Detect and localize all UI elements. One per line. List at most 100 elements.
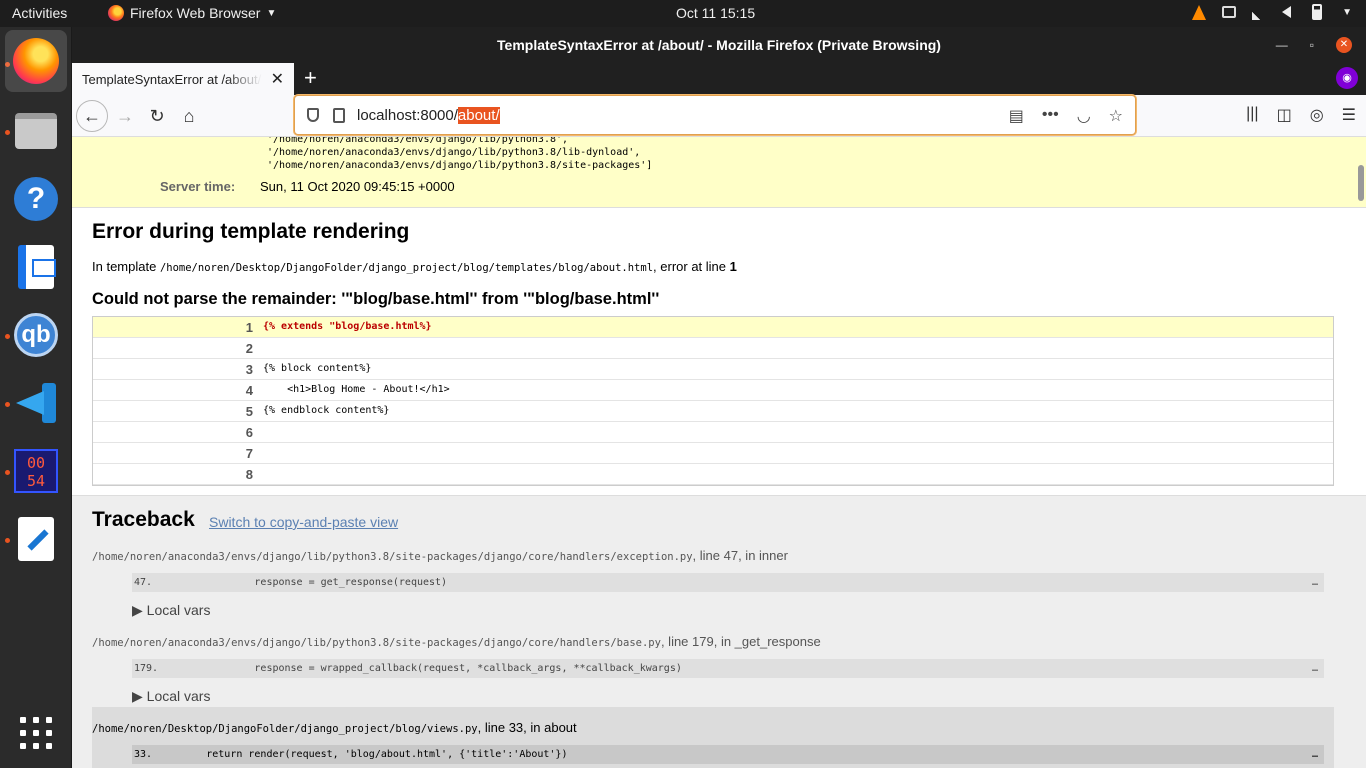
wifi-icon[interactable] xyxy=(1252,4,1269,20)
screen-icon[interactable] xyxy=(1222,4,1238,20)
system-top-bar: Activities Firefox Web Browser ▼ Oct 11 … xyxy=(0,0,1366,27)
urlbar-actions: ▤ ••• ◡ ☆ xyxy=(1009,106,1123,126)
help-icon: ? xyxy=(14,177,58,221)
page-info-icon[interactable] xyxy=(333,107,345,123)
power-menu-chevron-icon[interactable]: ▼ xyxy=(1342,7,1352,18)
show-apps-icon[interactable] xyxy=(20,717,52,749)
minimize-icon[interactable]: — xyxy=(1276,27,1288,63)
qbittorrent-icon: qb xyxy=(14,313,58,357)
back-arrow-icon[interactable]: ← xyxy=(76,100,108,132)
close-tab-icon[interactable]: ✕ xyxy=(271,69,284,89)
account-icon[interactable]: ◎ xyxy=(1310,105,1324,125)
forward-arrow-icon[interactable]: → xyxy=(110,101,140,131)
hex-editor-icon: 00 54 xyxy=(14,449,58,493)
template-error-message: Could not parse the remainder: '"blog/ba… xyxy=(92,290,660,308)
app-menu-label: Firefox Web Browser xyxy=(130,5,261,21)
local-vars-toggle[interactable]: ▶ Local vars xyxy=(132,688,210,705)
scrollbar-thumb[interactable] xyxy=(1358,165,1364,201)
context-line[interactable]: 47. response = get_response(request) … xyxy=(132,573,1324,592)
dock-help[interactable]: ? xyxy=(5,168,67,230)
page-viewport[interactable]: '/home/noren/anaconda3/envs/django/lib/p… xyxy=(72,137,1366,768)
tab-title: TemplateSyntaxError at /about/ xyxy=(82,71,262,87)
source-code: <h1>Blog Home - About!</h1> xyxy=(263,384,450,395)
source-row: 8 xyxy=(93,464,1333,485)
python-path-line: '/home/noren/anaconda3/envs/django/lib/p… xyxy=(267,137,569,145)
bookmark-star-icon[interactable]: ☆ xyxy=(1109,106,1123,126)
summary-section: '/home/noren/anaconda3/envs/django/lib/p… xyxy=(72,137,1366,208)
dock-qbittorrent[interactable]: qb xyxy=(5,304,67,366)
tracking-protection-shield-icon[interactable] xyxy=(307,108,319,122)
dock-files[interactable] xyxy=(5,100,67,162)
navigation-toolbar: ← → ↻ ⌂ localhost:8000/about/ ▤ ••• ◡ ☆ … xyxy=(72,95,1366,137)
firefox-icon xyxy=(13,38,59,84)
window-title: TemplateSyntaxError at /about/ - Mozilla… xyxy=(497,37,941,53)
frame-location: , line 179, in _get_response xyxy=(660,634,821,649)
context-code: 47. response = get_response(request) xyxy=(134,577,448,588)
source-code: {% block content%} xyxy=(263,363,372,374)
tab-active[interactable]: TemplateSyntaxError at /about/ ✕ xyxy=(72,63,294,95)
source-row: 7 xyxy=(93,443,1333,464)
template-error-heading: Error during template rendering xyxy=(92,220,410,243)
url-text[interactable]: localhost:8000/about/ xyxy=(357,106,500,124)
frame-file-user: /home/noren/Desktop/DjangoFolder/django_… xyxy=(92,720,577,735)
new-tab-icon[interactable]: + xyxy=(304,65,317,91)
page-actions-icon[interactable]: ••• xyxy=(1042,106,1059,126)
server-time-value: Sun, 11 Oct 2020 09:45:15 +0000 xyxy=(260,179,455,194)
dock-text-editor[interactable] xyxy=(5,508,67,570)
template-error-section: Error during template rendering In templ… xyxy=(72,208,1366,496)
template-source-table: 1 {% extends "blog/base.html%} 2 3 {% bloc… xyxy=(92,316,1334,486)
sidebar-icon[interactable]: ◫ xyxy=(1277,105,1292,125)
window-controls: — ▫ ✕ xyxy=(1276,27,1352,63)
source-code: {% endblock content%} xyxy=(263,405,390,416)
dock-hex-editor[interactable]: 00 54 xyxy=(5,440,67,502)
url-path-selected: about/ xyxy=(457,106,500,124)
reader-view-icon[interactable]: ▤ xyxy=(1009,106,1024,126)
traceback-heading: Traceback xyxy=(92,508,195,531)
dock-firefox[interactable] xyxy=(5,30,67,92)
source-row: 6 xyxy=(93,422,1333,443)
url-host: localhost:8000/ xyxy=(357,106,458,124)
toolbar-right: ||| ◫ ◎ ☰ xyxy=(1246,105,1356,125)
vlc-cone-icon[interactable] xyxy=(1192,4,1208,20)
activities-button[interactable]: Activities xyxy=(12,5,67,21)
firefox-small-icon xyxy=(108,5,124,21)
line-number: 1 xyxy=(93,317,259,337)
frame-path: /home/noren/anaconda3/envs/django/lib/py… xyxy=(92,637,661,649)
system-tray[interactable]: ▼ xyxy=(1192,4,1352,20)
template-location: In template /home/noren/Desktop/DjangoFo… xyxy=(92,259,737,274)
local-vars-toggle[interactable]: ▶ Local vars xyxy=(132,602,210,619)
reload-icon[interactable]: ↻ xyxy=(142,101,172,131)
expand-context-icon[interactable]: … xyxy=(1312,745,1318,764)
home-icon[interactable]: ⌂ xyxy=(174,101,204,131)
library-icon[interactable]: ||| xyxy=(1246,105,1258,125)
pocket-icon[interactable]: ◡ xyxy=(1077,106,1091,126)
close-window-icon[interactable]: ✕ xyxy=(1336,37,1352,53)
tab-strip: TemplateSyntaxError at /about/ ✕ + ◉ xyxy=(72,63,1366,95)
dock-vscode[interactable] xyxy=(5,372,67,434)
address-bar[interactable]: localhost:8000/about/ ▤ ••• ◡ ☆ xyxy=(294,95,1136,135)
line-number: 4 xyxy=(93,380,259,400)
switch-to-copy-paste-link[interactable]: Switch to copy-and-paste view xyxy=(209,514,398,530)
error-line-number: 1 xyxy=(729,259,737,274)
dock-document-viewer[interactable] xyxy=(5,236,67,298)
battery-icon[interactable] xyxy=(1312,4,1328,20)
volume-icon[interactable] xyxy=(1282,4,1298,20)
hamburger-menu-icon[interactable]: ☰ xyxy=(1342,105,1356,125)
line-number: 8 xyxy=(93,464,259,484)
clock[interactable]: Oct 11 15:15 xyxy=(676,5,755,21)
context-line[interactable]: 179. response = wrapped_callback(request… xyxy=(132,659,1324,678)
frame-location: , line 47, in inner xyxy=(692,548,788,563)
app-menu[interactable]: Firefox Web Browser ▼ xyxy=(108,5,276,21)
expand-context-icon[interactable]: … xyxy=(1312,573,1318,592)
context-line-user[interactable]: 33. return render(request, 'blog/about.h… xyxy=(132,745,1324,764)
line-number: 3 xyxy=(93,359,259,379)
maximize-icon[interactable]: ▫ xyxy=(1310,27,1314,63)
expand-context-icon[interactable]: … xyxy=(1312,659,1318,678)
source-code: {% extends "blog/base.html%} xyxy=(263,321,432,332)
source-row: 5 {% endblock content%} xyxy=(93,401,1333,422)
document-viewer-icon xyxy=(18,245,56,289)
private-browsing-icon: ◉ xyxy=(1336,67,1358,89)
window-titlebar[interactable]: TemplateSyntaxError at /about/ - Mozilla… xyxy=(72,27,1366,63)
page-scrollbar[interactable] xyxy=(1358,137,1364,768)
line-number: 6 xyxy=(93,422,259,442)
